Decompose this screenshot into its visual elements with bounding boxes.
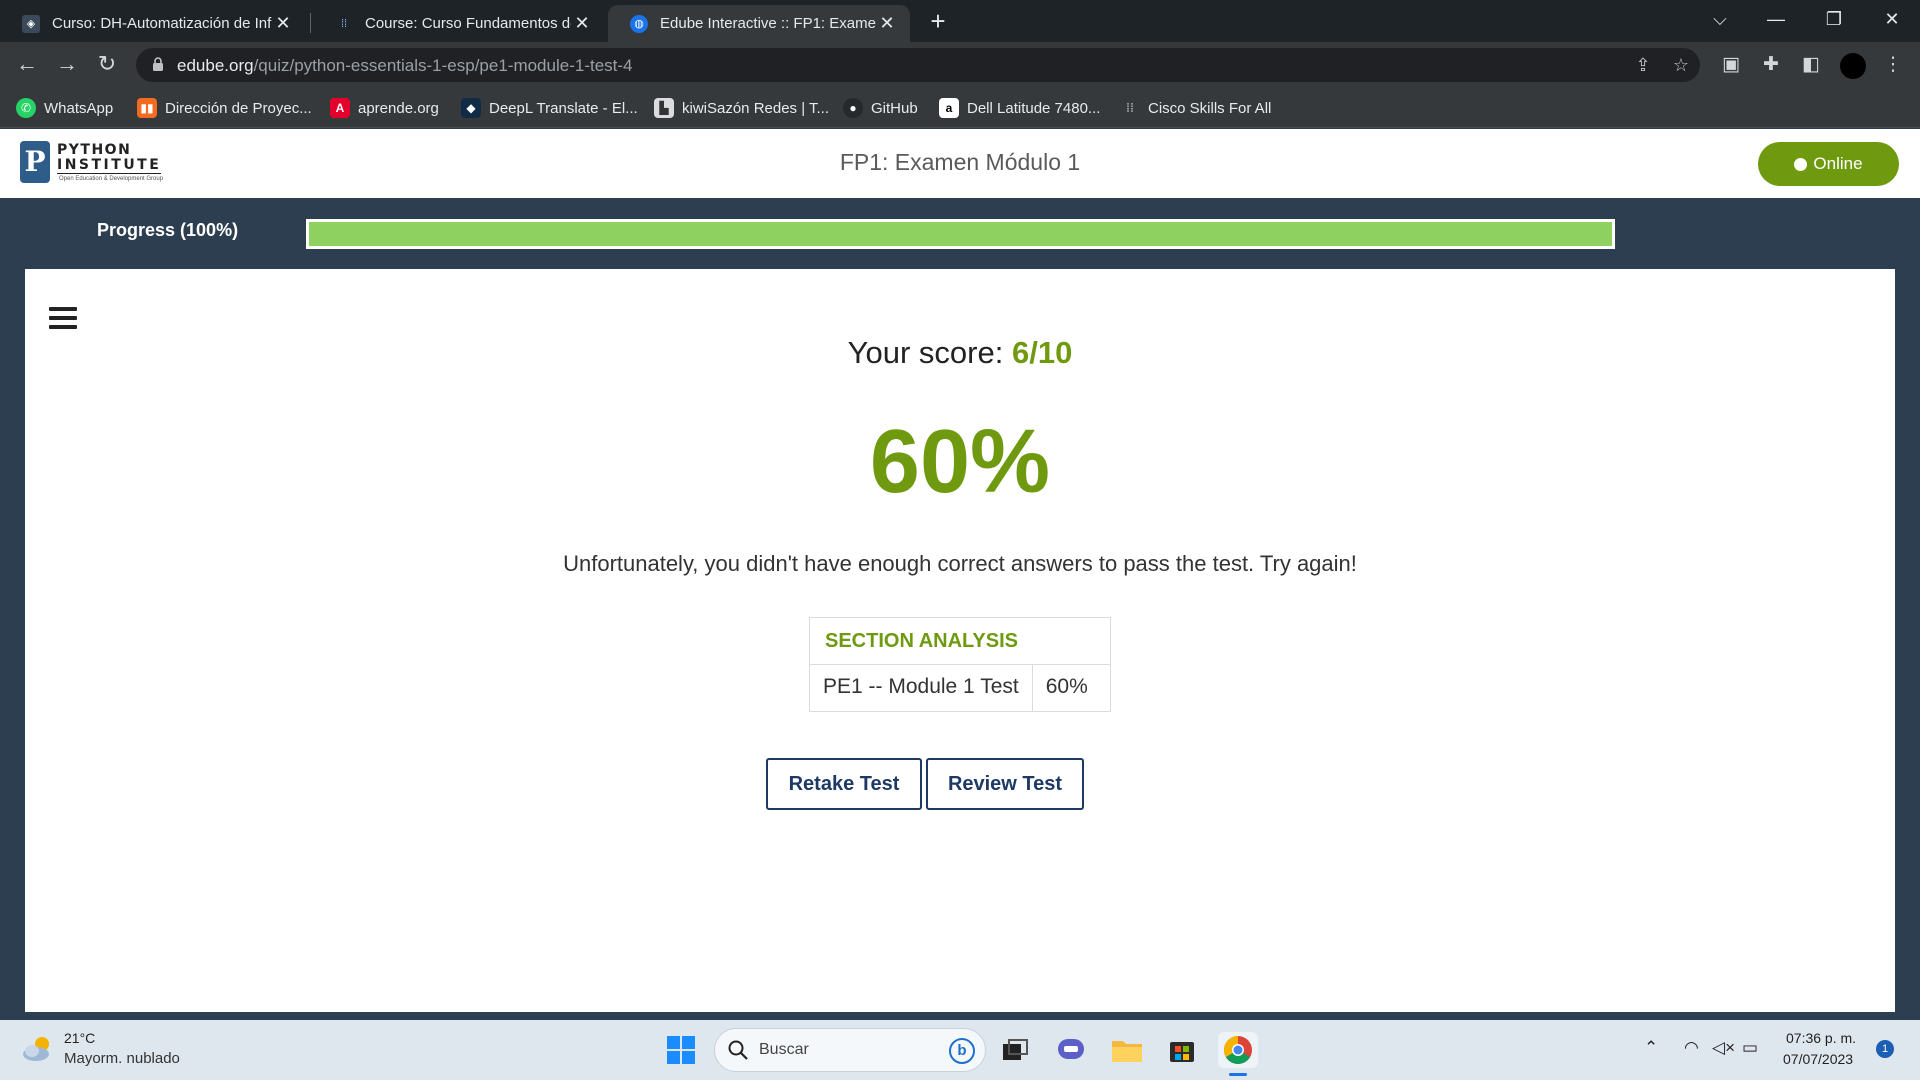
status-dot-icon <box>1794 157 1808 171</box>
reload-icon[interactable]: ↻ <box>92 50 122 80</box>
site-header: P PYTHON INSTITUTE Open Education & Deve… <box>0 129 1920 198</box>
section-analysis-title: SECTION ANALYSIS <box>810 618 1110 665</box>
score-percent: 60% <box>869 412 1051 512</box>
bookmark-aprende[interactable]: A aprende.org <box>330 97 439 119</box>
trello-icon: ▮▮ <box>137 98 157 118</box>
browser-tab-strip: ◈ Curso: DH-Automatización de Inf ✕ ⁞⁞ C… <box>0 0 1920 42</box>
tab-title: Course: Curso Fundamentos de P <box>365 15 571 32</box>
forward-arrow-icon[interactable]: → <box>52 50 82 80</box>
lock-icon[interactable] <box>152 57 164 72</box>
bing-icon[interactable]: b <box>949 1038 975 1064</box>
windows-start-icon[interactable] <box>663 1032 699 1068</box>
new-tab-button[interactable]: + <box>922 6 954 38</box>
extension-clipboard-icon[interactable]: ▣ <box>1718 52 1744 78</box>
search-icon <box>728 1040 748 1060</box>
table-row: PE1 -- Module 1 Test 60% <box>810 665 1110 711</box>
address-bar[interactable]: edube.org/quiz/python-essentials-1-esp/p… <box>136 48 1700 82</box>
browser-tab-2[interactable]: ⁞⁞ Course: Curso Fundamentos de P ✕ <box>313 5 605 42</box>
share-icon[interactable]: ⇪ <box>1632 54 1654 76</box>
back-arrow-icon[interactable]: ← <box>12 50 42 80</box>
section-score-cell: 60% <box>1045 675 1088 698</box>
close-tab-icon[interactable]: ✕ <box>571 13 593 34</box>
result-panel: Your score: 6/10 60% Unfortunately, you … <box>25 269 1895 1012</box>
logo-tagline: Open Education & Development Group <box>59 176 164 182</box>
tab-title: Edube Interactive :: FP1: Examen <box>660 15 876 32</box>
hamburger-menu-icon[interactable] <box>49 307 77 331</box>
bookmark-github[interactable]: ● GitHub <box>843 97 918 119</box>
score-line: Your score: 6/10 <box>25 335 1895 371</box>
amazon-icon: a <box>939 98 959 118</box>
section-name-cell: PE1 -- Module 1 Test <box>810 665 1033 711</box>
notification-badge[interactable]: 1 <box>1876 1040 1894 1058</box>
kiwi-icon: ▙ <box>654 98 674 118</box>
weather-temperature[interactable]: 21°C <box>64 1030 95 1046</box>
online-status-button[interactable]: Online <box>1758 142 1899 186</box>
course-favicon-icon: ◈ <box>22 14 40 33</box>
bookmark-kiwisazon[interactable]: ▙ kiwiSazón Redes | T... <box>654 97 829 119</box>
close-tab-icon[interactable]: ✕ <box>272 13 294 34</box>
show-hidden-icons-chevron-icon[interactable]: ⌃ <box>1644 1038 1658 1058</box>
side-panel-icon[interactable]: ◧ <box>1798 52 1824 78</box>
bookmarks-bar: ✆ WhatsApp ▮▮ Dirección de Proyec... A a… <box>0 88 1920 128</box>
weather-cloud-icon[interactable] <box>20 1034 56 1064</box>
result-message: Unfortunately, you didn't have enough co… <box>563 551 1357 576</box>
taskbar-search-input[interactable]: Buscar b <box>714 1028 986 1072</box>
tab-title: Curso: DH-Automatización de Inf <box>52 15 272 32</box>
windows-taskbar: 21°C Mayorm. nublado Buscar b ⌃ ◠ ◁× ▭ 0… <box>0 1020 1920 1080</box>
bookmark-star-icon[interactable]: ☆ <box>1670 54 1692 76</box>
cisco-favicon-icon: ⁞⁞ <box>340 17 348 30</box>
score-value: 6/10 <box>1011 335 1073 370</box>
browser-tab-1[interactable]: ◈ Curso: DH-Automatización de Inf ✕ <box>0 5 306 42</box>
progress-bar-fill <box>309 222 1612 246</box>
whatsapp-icon: ✆ <box>16 98 36 118</box>
progress-bar <box>306 219 1615 249</box>
chrome-taskbar-icon[interactable] <box>1218 1032 1258 1068</box>
progress-label: Progress (100%) <box>97 220 239 240</box>
bookmark-cisco-skills[interactable]: ⁞⁞ Cisco Skills For All <box>1120 97 1271 119</box>
clock-time[interactable]: 07:36 p. m. <box>1786 1030 1856 1046</box>
section-analysis-table: SECTION ANALYSIS PE1 -- Module 1 Test 60… <box>809 617 1111 712</box>
edube-favicon-icon: ◍ <box>630 14 648 33</box>
search-placeholder: Buscar <box>759 1041 809 1058</box>
cisco-icon: ⁞⁞ <box>1126 101 1134 115</box>
review-test-button[interactable]: Review Test <box>926 758 1084 810</box>
url-text: edube.org/quiz/python-essentials-1-esp/p… <box>177 56 633 75</box>
speaker-muted-icon[interactable]: ◁× <box>1712 1038 1735 1058</box>
browser-tab-3-active[interactable]: ◍ Edube Interactive :: FP1: Examen ✕ <box>608 5 910 42</box>
microsoft-store-icon[interactable] <box>1164 1032 1200 1068</box>
close-tab-icon[interactable]: ✕ <box>876 13 898 34</box>
deepl-icon: ◆ <box>461 98 481 118</box>
battery-icon[interactable]: ▭ <box>1742 1038 1758 1058</box>
restore-icon[interactable]: ❐ <box>1806 0 1862 42</box>
weather-description[interactable]: Mayorm. nublado <box>64 1050 180 1067</box>
active-app-indicator <box>1229 1073 1247 1076</box>
wifi-icon[interactable]: ◠ <box>1684 1038 1699 1058</box>
menu-kebab-icon[interactable]: ⋮ <box>1880 52 1906 78</box>
exam-title: FP1: Examen Módulo 1 <box>839 149 1081 175</box>
bookmark-deepl[interactable]: ◆ DeepL Translate - El... <box>461 97 638 119</box>
file-explorer-icon[interactable] <box>1109 1032 1145 1068</box>
close-window-icon[interactable]: ✕ <box>1864 0 1920 42</box>
github-icon: ● <box>843 98 863 118</box>
bookmark-whatsapp[interactable]: ✆ WhatsApp <box>16 97 113 119</box>
clock-date[interactable]: 07/07/2023 <box>1783 1051 1853 1067</box>
minimize-icon[interactable]: — <box>1748 0 1804 42</box>
bookmark-dell-latitude[interactable]: a Dell Latitude 7480... <box>939 97 1100 119</box>
retake-test-button[interactable]: Retake Test <box>766 758 922 810</box>
teams-chat-icon[interactable] <box>1053 1032 1089 1068</box>
aprende-icon: A <box>330 98 350 118</box>
profile-avatar[interactable] <box>1840 53 1866 79</box>
tab-search-chevron-icon[interactable]: ⌵ <box>1692 0 1748 42</box>
bookmark-direccion-proyectos[interactable]: ▮▮ Dirección de Proyec... <box>137 97 312 119</box>
score-label: Your score: <box>847 335 1004 370</box>
task-view-icon[interactable] <box>997 1032 1033 1068</box>
browser-toolbar: ← → ↻ edube.org/quiz/python-essentials-1… <box>0 42 1920 88</box>
extensions-puzzle-icon[interactable]: ✚ <box>1758 52 1784 78</box>
